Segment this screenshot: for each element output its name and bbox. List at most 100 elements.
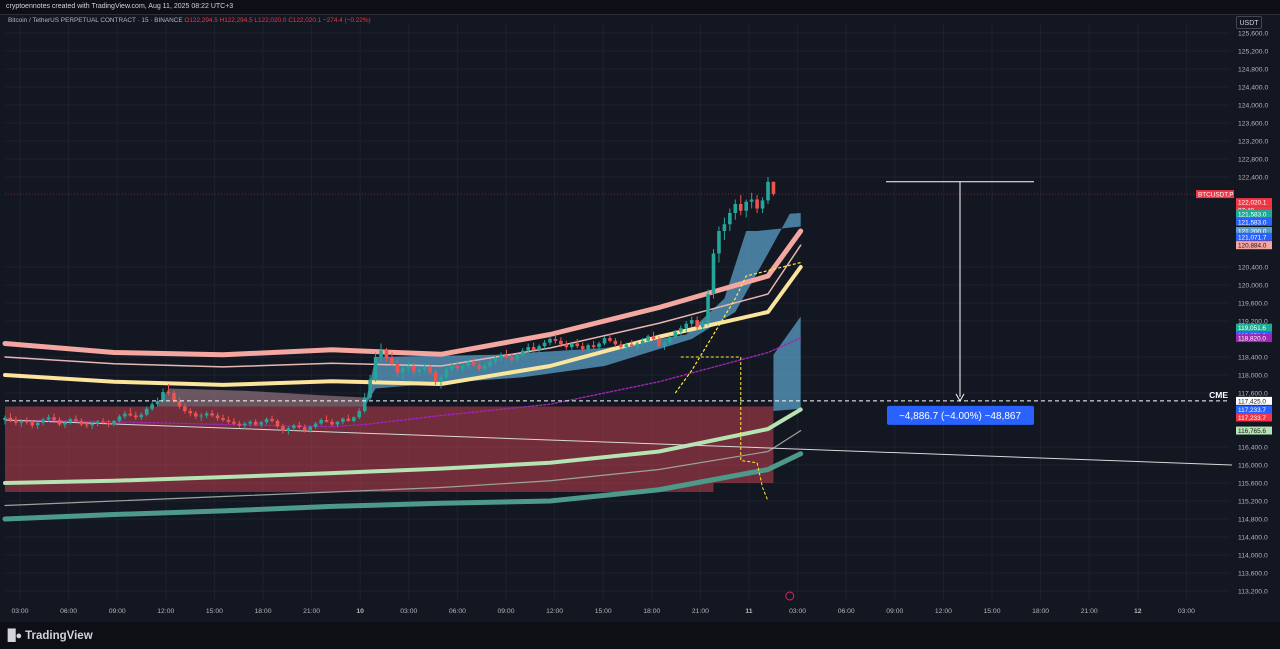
x-tick-label: 15:00 [206,608,223,615]
x-tick-label: 06:00 [60,608,77,615]
event-marker-icon [785,591,795,601]
y-tick-label: 120,400.0 [1238,265,1268,272]
candle-body [488,361,492,366]
y-tick-label: 119,600.0 [1238,301,1268,308]
x-tick-label: 09:00 [109,608,126,615]
candle-body [362,397,367,411]
candle-body [553,339,558,341]
candle-body [613,340,618,345]
candle-body [259,422,263,425]
measure-label-text: −4,886.7 (−4.00%) −48,867 [899,411,1021,422]
candle-body [510,357,514,360]
candle-body [744,201,748,211]
candle-body [319,420,323,424]
price-tag-text: 121,583.0 [1238,219,1267,226]
candle-body [597,343,601,348]
candle-body [335,421,340,425]
candle-body [417,369,421,372]
candle-body [602,338,607,344]
price-tag-text: 118,820.0 [1238,336,1266,343]
candle-body [493,357,498,362]
candle-body [635,343,639,347]
y-tick-label: 124,000.0 [1238,103,1268,110]
x-tick-label: 09:00 [497,608,514,615]
y-tick-label: 118,000.0 [1238,373,1268,380]
candle-body [586,345,590,349]
candle-body [128,413,133,416]
candle-body [722,224,727,231]
y-tick-label: 115,600.0 [1238,481,1268,488]
y-tick-label: 122,800.0 [1238,157,1268,164]
candle-body [428,366,432,373]
footer: ▉● TradingView [0,622,1280,649]
candle-body [624,344,629,348]
y-tick-label: 117,600.0 [1238,391,1268,398]
candle-body [390,357,394,364]
candle-body [673,331,678,338]
y-tick-label: 120,000.0 [1238,283,1268,290]
y-tick-label: 122,400.0 [1238,175,1268,182]
candle-body [575,343,580,347]
candle-body [281,426,285,431]
x-tick-label: 11 [745,608,752,615]
candle-body [711,253,716,294]
candle-body [25,420,29,423]
candle-body [79,420,84,425]
y-tick-label: 113,600.0 [1238,571,1268,578]
y-tick-label: 125,200.0 [1238,49,1268,56]
candle-body [106,422,111,425]
candle-body [755,199,759,209]
candle-body [368,379,372,398]
x-tick-label: 12:00 [935,608,952,615]
price-tag-text: 120,884.0 [1238,243,1267,250]
indicator-ema-pink-thin [4,244,802,368]
price-chart[interactable]: CME−4,886.7 (−4.00%) −48,867113,200.0113… [0,0,1280,622]
candle-body [766,181,770,201]
y-tick-label: 114,400.0 [1238,535,1268,542]
x-tick-label: 21:00 [1081,608,1098,615]
candle-body [531,347,536,350]
candle-body [352,417,356,421]
x-tick-label: 03:00 [1178,608,1195,615]
price-tag-text: 121,071.7 [1238,234,1267,241]
time-axis: 03:00 06:00 09:00 12:00 15:00 18:00 21:00 10 03:… [11,608,1195,615]
y-tick-label: 114,800.0 [1238,517,1268,524]
candle-body [482,366,487,369]
candle-body [662,342,667,346]
candle-body [580,346,585,349]
candle-body [450,366,454,370]
legend-change: −274.4 (−0.22%) [323,17,371,24]
candle-body [591,345,596,348]
y-tick-label: 115,200.0 [1238,499,1268,506]
x-tick-label: 06:00 [838,608,855,615]
candle-body [253,421,258,425]
candle-body [52,417,56,420]
currency-button[interactable]: USDT [1236,16,1262,29]
candle-body [679,328,683,332]
legend-high: H122,294.5 [219,17,253,24]
tradingview-logo[interactable]: ▉● TradingView [8,629,93,643]
candle-body [570,343,574,348]
candle-body [646,336,650,341]
candle-body [520,350,525,356]
candle-body [232,421,236,424]
x-tick-label: 21:00 [303,608,320,615]
candle-body [8,417,13,420]
x-tick-label: 12:00 [546,608,563,615]
candle-body [243,423,247,426]
candle-body [84,424,89,426]
x-tick-label: 15:00 [595,608,612,615]
candle-body [471,362,476,366]
price-tag-text: 116,765.6 [1238,428,1266,435]
legend-close: C122,020.1 [288,17,322,24]
candle-body [90,423,94,426]
candle-body [117,416,122,421]
bullish-cloud-spike [773,316,801,411]
candle-body [292,425,296,429]
candle-body [619,344,623,348]
x-tick-label: 10 [356,608,364,615]
candle-body [706,294,710,323]
candle-body [771,181,776,195]
candle-body [466,362,471,366]
x-tick-label: 03:00 [400,608,417,615]
